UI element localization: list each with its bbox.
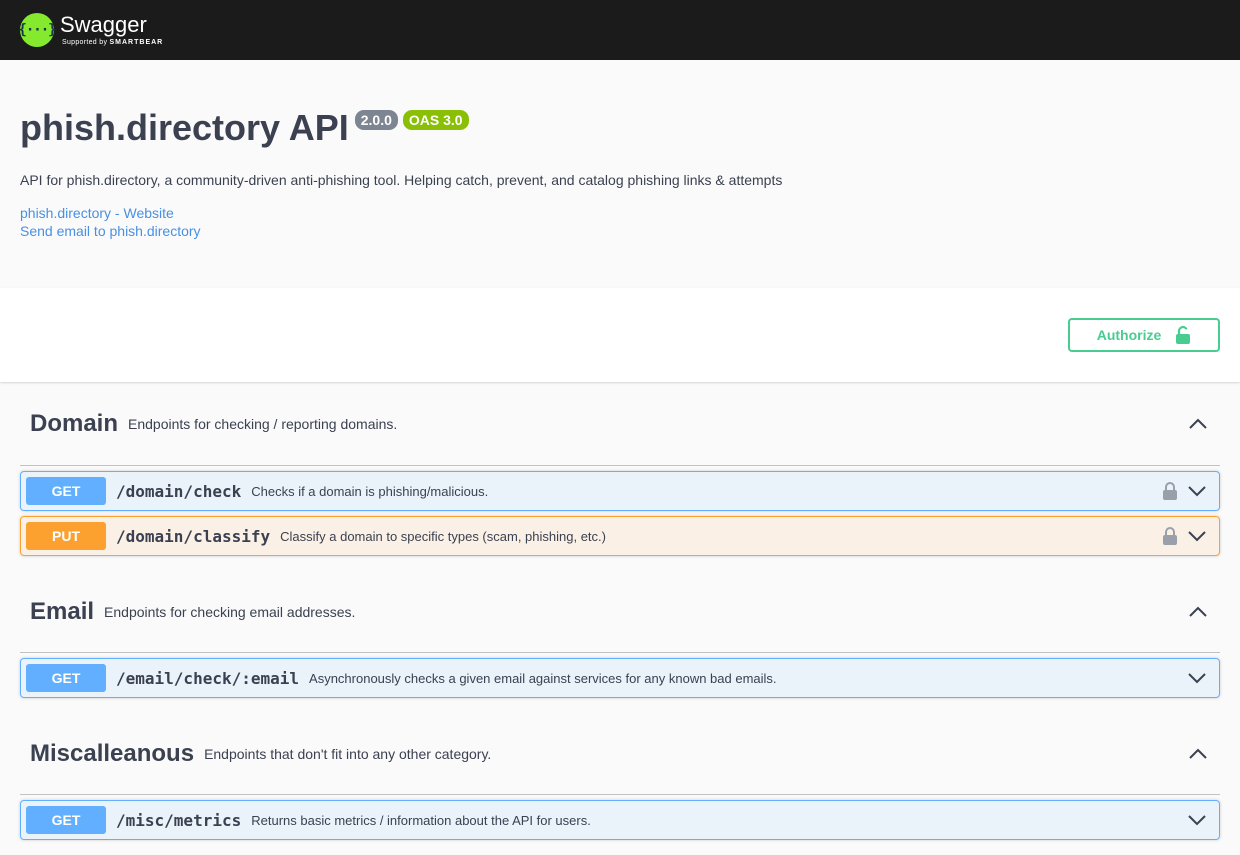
tag-section-domain: Domain Endpoints for checking / reporting… [20,382,1220,571]
chevron-down-icon[interactable] [1186,809,1208,831]
operation-get-row[interactable]: GET/email/check/:email Asynchronously che… [20,658,1220,698]
supported-by-text: Supported by [62,39,108,46]
tag-description: Endpoints for checking email addresses. [104,603,356,620]
operation-summary: Returns basic metrics / information abou… [251,812,591,828]
tag-description: Endpoints that don't fit into any other … [204,745,492,762]
authorize-button[interactable]: Authorize [1068,318,1220,352]
tag-header-email[interactable]: Email Endpoints for checking email addres… [20,571,1220,653]
chevron-up-icon[interactable] [1186,742,1210,766]
scheme-container: Authorize [0,288,1240,382]
api-description: API for phish.directory, a community-dri… [20,172,783,188]
operation-summary: Classify a domain to specific types (sca… [280,528,606,544]
operation-get-row[interactable]: GET/domain/check Checks if a domain is ph… [20,471,1220,511]
swagger-logo-icon: {···} [18,13,57,47]
topbar: {···} Swagger Supported by SMARTBEAR [0,0,1240,60]
tag-name: Domain [30,409,119,437]
operation-summary: Checks if a domain is phishing/malicious… [251,483,489,499]
tag-name: Email [30,597,95,625]
api-info: phish.directory API 2.0.0 OAS 3.0 API fo… [0,60,1240,288]
tag-header-domain[interactable]: Domain Endpoints for checking / reporting… [20,382,1220,466]
operation-path: /misc/metrics [116,810,242,830]
supported-by: Supported by SMARTBEAR [62,39,163,46]
info-links: phish.directory - Website Send email to … [20,204,1220,240]
page-title: phish.directory API [20,107,349,148]
lock-icon[interactable] [1160,526,1180,546]
logo-text: Swagger Supported by SMARTBEAR [60,12,163,47]
website-link[interactable]: phish.directory - Website [20,204,1220,222]
operation-summary: Asynchronously checks a given email agai… [309,670,777,686]
chevron-down-icon[interactable] [1186,525,1208,547]
lock-icon[interactable] [1160,481,1180,501]
chevron-down-icon[interactable] [1186,667,1208,689]
method-badge: PUT [26,522,106,550]
tag-header-miscalleanous[interactable]: Miscalleanous Endpoints that don't fit in… [20,713,1220,795]
operation-path: /email/check/:email [116,668,300,688]
tag-section-email: Email Endpoints for checking email addres… [20,571,1220,713]
unlock-icon [1176,325,1191,344]
email-link[interactable]: Send email to phish.directory [20,222,1220,240]
tag-name: Miscalleanous [30,739,195,767]
method-badge: GET [26,477,106,505]
operation-put-row[interactable]: PUT/domain/classify Classify a domain to … [20,516,1220,556]
operation-path: /domain/check [116,481,242,501]
title-row: phish.directory API 2.0.0 OAS 3.0 [20,110,1220,146]
version-badge: 2.0.0 [354,110,398,130]
oas-badge: OAS 3.0 [402,110,469,130]
tag-section-miscalleanous: Miscalleanous Endpoints that don't fit in… [20,713,1220,855]
brand-name: Swagger [60,12,147,37]
operation-path: /domain/classify [116,526,271,546]
method-badge: GET [26,664,106,692]
operations-list: Domain Endpoints for checking / reporting… [0,382,1240,855]
swagger-logo[interactable]: {···} Swagger Supported by SMARTBEAR [18,12,163,47]
method-badge: GET [26,806,106,834]
chevron-up-icon[interactable] [1186,412,1210,436]
authorize-label: Authorize [1096,327,1162,343]
chevron-up-icon[interactable] [1186,600,1210,624]
sponsor-name: SMARTBEAR [109,39,164,46]
tag-description: Endpoints for checking / reporting domai… [128,415,398,432]
operation-get-row[interactable]: GET/misc/metrics Returns basic metrics / … [20,800,1220,840]
chevron-down-icon[interactable] [1186,480,1208,502]
